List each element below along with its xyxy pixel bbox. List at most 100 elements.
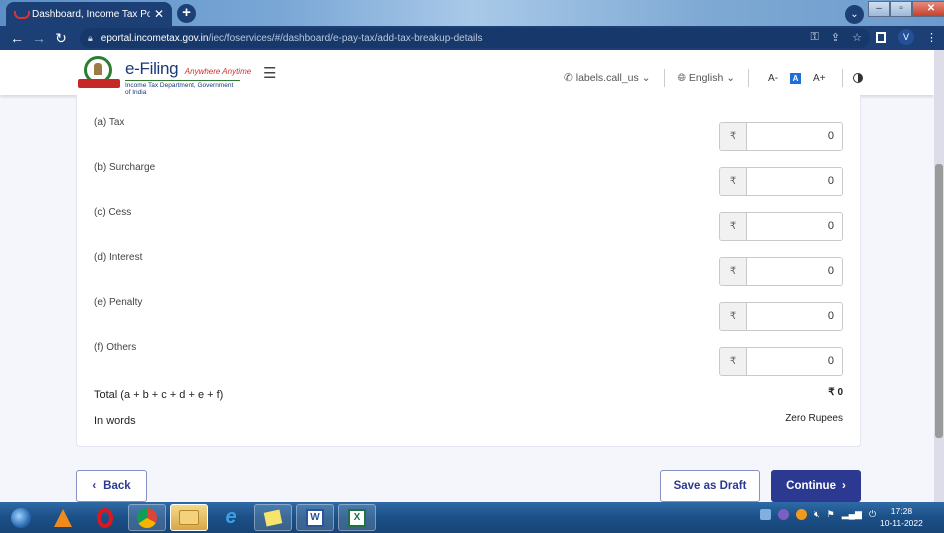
lock-icon: 🔒︎: [88, 32, 93, 43]
font-decrease-button[interactable]: A-: [768, 73, 778, 84]
action-center-flag-icon[interactable]: ⚑: [827, 509, 835, 520]
contrast-toggle-icon[interactable]: [852, 73, 863, 83]
hamburger-menu-icon[interactable]: ☰: [263, 64, 276, 82]
folder-icon: [179, 510, 199, 525]
cess-amount-input[interactable]: ₹ 0: [719, 212, 843, 241]
maximize-button[interactable]: ▫: [890, 1, 912, 17]
tray-sync-icon[interactable]: [796, 509, 807, 520]
signal-bars-icon[interactable]: ▂▄▆: [842, 509, 862, 520]
chevron-left-icon: ‹: [92, 480, 97, 492]
sticky-notes-icon: [263, 508, 283, 527]
language-label: English: [688, 71, 724, 84]
chevron-right-icon: ›: [841, 480, 846, 492]
divider: [748, 69, 750, 87]
taskbar-word[interactable]: W: [296, 504, 334, 531]
back-arrow-icon[interactable]: ←: [6, 30, 28, 46]
word-icon: W: [306, 508, 324, 527]
taskbar-sticky-notes[interactable]: [254, 504, 292, 531]
row-label: (d) Interest: [94, 252, 143, 263]
rupee-icon: ₹: [720, 348, 747, 375]
opera-icon: [97, 507, 113, 528]
vlc-icon: [54, 508, 72, 527]
row-label: (e) Penalty: [94, 297, 143, 308]
taskbar-clock[interactable]: 17:28 10-11-2022: [880, 505, 923, 529]
key-icon[interactable]: ⚿: [811, 31, 819, 44]
power-plug-icon[interactable]: ⏻: [869, 509, 876, 520]
scrollbar-thumb[interactable]: [935, 164, 943, 438]
tray-app-icon[interactable]: [760, 509, 771, 520]
tax-amount-input[interactable]: ₹ 0: [719, 122, 843, 151]
rupee-icon: ₹: [720, 303, 747, 330]
internet-explorer-icon: e: [225, 506, 237, 528]
divider: [663, 69, 665, 87]
breakup-row-tax: (a) Tax ₹ 0: [77, 117, 860, 162]
breakup-row-interest: (d) Interest ₹ 0: [77, 252, 860, 297]
url-path: /iec/foservices/#/dashboard/e-pay-tax/ad…: [208, 32, 483, 44]
minimize-button[interactable]: –: [868, 1, 890, 17]
interest-amount-input[interactable]: ₹ 0: [719, 257, 843, 286]
input-value[interactable]: 0: [747, 348, 842, 375]
breakup-row-surcharge: (b) Surcharge ₹ 0: [77, 162, 860, 207]
close-window-button[interactable]: ✕: [912, 1, 944, 17]
menu-kebab-icon[interactable]: ⋮: [926, 31, 937, 44]
browser-toolbar: ← → ↻ 🔒︎ eportal.incometax.gov.in /iec/f…: [0, 26, 944, 50]
input-value[interactable]: 0: [747, 258, 842, 285]
in-words-label: In words: [94, 415, 136, 427]
taskbar-file-explorer[interactable]: [170, 504, 208, 531]
others-amount-input[interactable]: ₹ 0: [719, 347, 843, 376]
address-bar[interactable]: 🔒︎ eportal.incometax.gov.in /iec/foservi…: [80, 28, 870, 48]
profile-avatar[interactable]: V: [898, 29, 914, 45]
save-as-draft-button[interactable]: Save as Draft: [660, 470, 760, 502]
efiling-logo[interactable]: [78, 56, 120, 90]
input-value[interactable]: 0: [747, 123, 842, 150]
page-scrollbar[interactable]: [934, 50, 944, 502]
volume-muted-icon[interactable]: 🔇︎: [814, 509, 820, 520]
penalty-amount-input[interactable]: ₹ 0: [719, 302, 843, 331]
url-host: eportal.incometax.gov.in: [100, 32, 209, 44]
new-tab-button[interactable]: +: [177, 4, 196, 23]
in-words-value: Zero Rupees: [785, 413, 843, 424]
start-button[interactable]: [2, 504, 40, 531]
row-label: (b) Surcharge: [94, 162, 156, 173]
total-value: ₹ 0: [828, 387, 843, 398]
close-tab-icon[interactable]: ✕: [154, 7, 164, 21]
chevron-down-icon: ⌄: [641, 72, 651, 84]
browser-tab-active[interactable]: Dashboard, Income Tax Portal, G ✕: [6, 2, 172, 26]
rupee-icon: ₹: [720, 123, 747, 150]
share-icon[interactable]: ⇪: [831, 31, 840, 44]
total-label: Total (a + b + c + d + e + f): [94, 389, 224, 401]
font-normal-button[interactable]: A: [790, 72, 802, 84]
input-value[interactable]: 0: [747, 303, 842, 330]
rupee-icon: ₹: [720, 213, 747, 240]
tab-title: Dashboard, Income Tax Portal, G: [32, 8, 150, 20]
bookmark-star-icon[interactable]: ☆: [852, 31, 862, 44]
surcharge-amount-input[interactable]: ₹ 0: [719, 167, 843, 196]
divider: [841, 69, 843, 87]
reload-icon[interactable]: ↻: [50, 30, 72, 47]
taskbar-excel[interactable]: X: [338, 504, 376, 531]
call-us-dropdown[interactable]: ✆ labels.call_us ⌄: [564, 72, 651, 84]
font-increase-button[interactable]: A+: [813, 73, 826, 84]
taskbar-opera[interactable]: [86, 504, 124, 531]
taskbar-vlc[interactable]: [44, 504, 82, 531]
rupee-icon: ₹: [720, 258, 747, 285]
language-dropdown[interactable]: 🌐︎ English ⌄: [678, 72, 736, 85]
back-button[interactable]: ‹ Back: [76, 470, 147, 502]
clock-date: 10-11-2022: [880, 518, 923, 528]
chrome-icon: [137, 507, 157, 528]
input-value[interactable]: 0: [747, 168, 842, 195]
side-panel-icon[interactable]: [876, 31, 886, 43]
window-controls: – ▫ ✕: [868, 1, 944, 17]
continue-button[interactable]: Continue ›: [771, 470, 861, 502]
tab-search-button[interactable]: ⌄: [845, 5, 864, 24]
row-label: (f) Others: [94, 342, 137, 353]
input-value[interactable]: 0: [747, 213, 842, 240]
taskbar-chrome[interactable]: [128, 504, 166, 531]
breakup-row-others: (f) Others ₹ 0: [77, 342, 860, 387]
tray-network-app-icon[interactable]: [778, 509, 789, 520]
forward-arrow-icon[interactable]: →: [28, 30, 50, 46]
browser-tabstrip: Dashboard, Income Tax Portal, G ✕ + ⌄ – …: [0, 0, 944, 26]
row-label: (a) Tax: [94, 117, 125, 128]
taskbar-internet-explorer[interactable]: e: [212, 504, 250, 531]
globe-icon: 🌐︎: [677, 71, 686, 84]
